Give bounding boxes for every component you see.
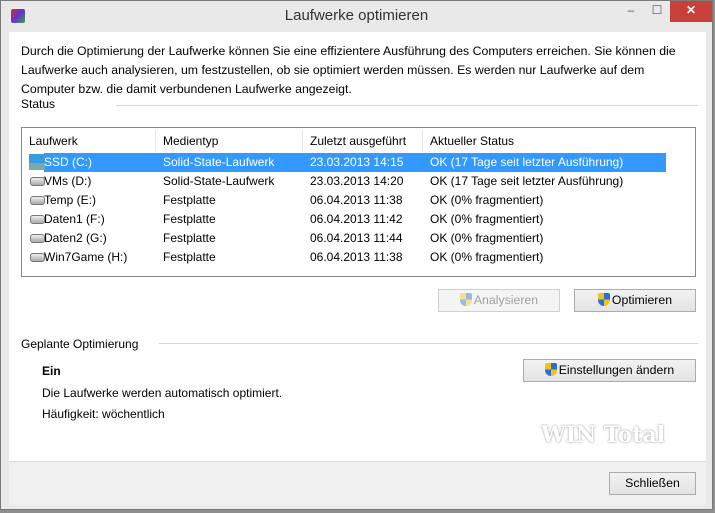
drive-icon [30, 253, 45, 262]
analyze-button[interactable]: Analysieren [438, 289, 560, 312]
drive-name: Daten2 (G:) [44, 231, 107, 245]
media-type: Festplatte [163, 193, 216, 207]
title-bar: Laufwerke optimieren [1, 1, 712, 31]
content-area: Durch die Optimierung der Laufwerke könn… [9, 32, 706, 461]
drive-icon [30, 177, 45, 186]
drive-status: OK (17 Tage seit letzter Ausführung) [430, 174, 624, 188]
dialog-window: Laufwerke optimieren – ☐ ✕ Durch die Opt… [0, 0, 713, 510]
drive-name: SSD (C:) [44, 155, 92, 169]
close-button[interactable]: Schließen [609, 472, 696, 495]
table-row[interactable]: Win7Game (H:) Festplatte 06.04.2013 11:38 O… [22, 248, 695, 267]
table-row[interactable]: VMs (D:) Solid-State-Laufwerk 23.03.2013 1… [22, 172, 695, 191]
drive-status: OK (0% fragmentiert) [430, 212, 544, 226]
table-row[interactable]: Daten2 (G:) Festplatte 06.04.2013 11:44 OK … [22, 229, 695, 248]
uac-shield-icon [597, 293, 610, 306]
schedule-heading: Geplante Optimierung [21, 337, 139, 351]
uac-shield-icon [459, 293, 472, 306]
last-run: 06.04.2013 11:38 [310, 250, 403, 264]
optimize-label: Optimieren [611, 293, 673, 307]
last-run: 06.04.2013 11:42 [310, 212, 403, 226]
last-run: 06.04.2013 11:44 [310, 231, 403, 245]
app-icon [11, 9, 25, 23]
maximize-button[interactable]: ☐ [644, 1, 670, 22]
schedule-frequency: Häufigkeit: wöchentlich [42, 407, 165, 421]
drive-name: VMs (D:) [44, 174, 92, 188]
window-title: Laufwerke optimieren [284, 7, 429, 24]
schedule-divider [159, 343, 698, 344]
uac-shield-icon [544, 363, 557, 376]
drive-icon [30, 196, 45, 205]
status-divider [116, 105, 698, 106]
schedule-description: Die Laufwerke werden automatisch optimie… [42, 386, 283, 400]
last-run: 23.03.2013 14:20 [310, 174, 404, 188]
drive-name: Daten1 (F:) [44, 212, 105, 226]
drive-name: Temp (E:) [44, 193, 97, 207]
media-type: Festplatte [163, 250, 216, 264]
minimize-button[interactable]: – [618, 1, 644, 22]
change-settings-label: Einstellungen ändern [558, 363, 675, 377]
table-row[interactable]: Temp (E:) Festplatte 06.04.2013 11:38 OK (0… [22, 191, 695, 210]
footer-bar: Schließen [9, 461, 706, 505]
media-type: Solid-State-Laufwerk [163, 174, 275, 188]
optimize-button[interactable]: Optimieren [574, 289, 696, 312]
column-header-status[interactable]: Aktueller Status [423, 130, 695, 152]
drive-status: OK (0% fragmentiert) [430, 250, 544, 264]
media-type: Festplatte [163, 212, 216, 226]
drive-status: OK (0% fragmentiert) [430, 193, 544, 207]
media-type: Festplatte [163, 231, 216, 245]
last-run: 23.03.2013 14:15 [310, 155, 404, 169]
intro-text: Durch die Optimierung der Laufwerke könn… [21, 44, 676, 96]
column-header-drive[interactable]: Laufwerk [22, 130, 156, 152]
close-window-button[interactable]: ✕ [670, 1, 712, 22]
system-drive-icon [29, 154, 45, 170]
drive-icon [30, 215, 45, 224]
table-row[interactable]: Daten1 (F:) Festplatte 06.04.2013 11:42 OK … [22, 210, 695, 229]
analyze-label: Analysieren [473, 293, 539, 307]
media-type: Solid-State-Laufwerk [163, 155, 275, 169]
schedule-state: Ein [42, 364, 61, 378]
change-settings-button[interactable]: Einstellungen ändern [523, 359, 696, 382]
last-run: 06.04.2013 11:38 [310, 193, 403, 207]
drives-table[interactable]: Laufwerk Medientyp Zuletzt ausgeführt Ak… [21, 127, 696, 277]
status-heading: Status [21, 97, 56, 111]
watermark-logo: WIN Total [541, 422, 666, 448]
table-row[interactable]: SSD (C:) Solid-State-Laufwerk 23.03.2013 1… [22, 153, 695, 172]
drive-name: Win7Game (H:) [44, 250, 128, 264]
column-header-last-run[interactable]: Zuletzt ausgeführt [303, 130, 423, 152]
drive-icon [30, 234, 45, 243]
column-header-media-type[interactable]: Medientyp [156, 130, 303, 152]
drive-status: OK (17 Tage seit letzter Ausführung) [430, 155, 624, 169]
drive-status: OK (0% fragmentiert) [430, 231, 544, 245]
